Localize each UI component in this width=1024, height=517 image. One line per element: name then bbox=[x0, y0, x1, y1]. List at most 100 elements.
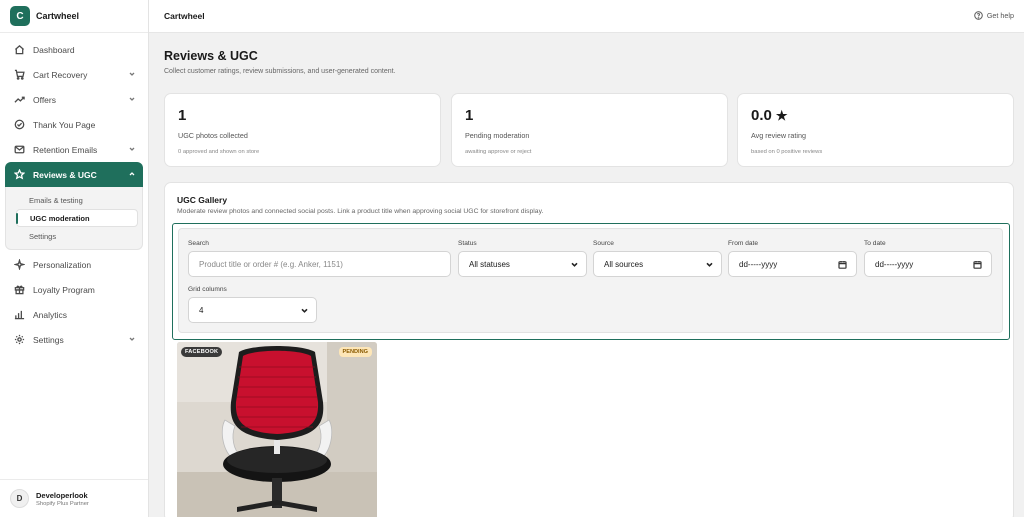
sidebar-item-label: Retention Emails bbox=[33, 144, 98, 155]
calendar-icon[interactable] bbox=[838, 260, 847, 269]
grid-columns-label: Grid columns bbox=[188, 286, 227, 293]
from-date-value: dd-----yyyy bbox=[739, 259, 778, 269]
sidebar-item-dashboard[interactable]: Dashboard bbox=[5, 37, 143, 62]
stat-label: UGC photos collected bbox=[178, 131, 248, 140]
sidebar-item-label: Reviews & UGC bbox=[33, 169, 97, 180]
chevron-down-icon bbox=[129, 71, 135, 77]
gallery-title: UGC Gallery bbox=[177, 195, 228, 205]
sidebar-item-label: Analytics bbox=[33, 309, 68, 320]
sidebar-item-label: Loyalty Program bbox=[33, 284, 95, 295]
gallery-subtitle: Moderate review photos and connected soc… bbox=[177, 208, 544, 215]
calendar-icon[interactable] bbox=[973, 260, 982, 269]
status-badge: PENDING bbox=[338, 347, 372, 357]
to-date-input[interactable]: dd-----yyyy bbox=[864, 251, 992, 277]
subnav-item-settings[interactable]: Settings bbox=[16, 227, 138, 245]
gift-icon bbox=[13, 284, 25, 296]
sidebar-item-label: Offers bbox=[33, 94, 56, 105]
stat-card-avg-rating: 0.0 ★ Avg review rating based on 0 posit… bbox=[737, 93, 1014, 167]
source-label: Source bbox=[593, 240, 614, 247]
subnav-item-ugc-moderation[interactable]: UGC moderation bbox=[16, 209, 138, 227]
filter-panel: Search Product title or order # (e.g. An… bbox=[178, 228, 1003, 333]
sparkle-icon bbox=[13, 259, 25, 271]
chevron-down-icon bbox=[129, 146, 135, 152]
reviews-subnav: Emails & testing UGC moderation Settings bbox=[5, 187, 143, 250]
stat-label: Avg review rating bbox=[751, 131, 806, 140]
ugc-photo bbox=[177, 342, 377, 517]
sidebar-item-label: Personalization bbox=[33, 259, 92, 270]
from-date-label: From date bbox=[728, 240, 759, 247]
topbar-title: Cartwheel bbox=[164, 11, 205, 21]
chevron-down-icon bbox=[129, 336, 135, 342]
sidebar-item-label: Thank You Page bbox=[33, 119, 96, 130]
chevron-down-icon bbox=[571, 261, 578, 268]
gear-icon bbox=[13, 334, 25, 346]
stat-card-pending-moderation: 1 Pending moderation awaiting approve or… bbox=[451, 93, 728, 167]
sidebar-item-settings[interactable]: Settings bbox=[5, 327, 143, 352]
chevron-down-icon bbox=[129, 96, 135, 102]
stat-card-ugc-photos: 1 UGC photos collected 0 approved and sh… bbox=[164, 93, 441, 167]
brand-name: Cartwheel bbox=[36, 11, 80, 21]
to-date-label: To date bbox=[864, 240, 886, 247]
grid-columns-select[interactable]: 4 bbox=[188, 297, 317, 323]
grid-columns-value: 4 bbox=[199, 305, 204, 315]
source-value: All sources bbox=[604, 259, 644, 269]
sidebar-item-personalization[interactable]: Personalization bbox=[5, 252, 143, 277]
trend-icon bbox=[13, 94, 25, 106]
source-select[interactable]: All sources bbox=[593, 251, 722, 277]
stat-note: 0 approved and shown on store bbox=[178, 149, 260, 155]
stat-value: 1 bbox=[178, 107, 187, 124]
sidebar-item-retention-emails[interactable]: Retention Emails bbox=[5, 137, 143, 162]
avatar: D bbox=[10, 489, 29, 508]
chevron-up-icon bbox=[129, 171, 135, 177]
topbar: Cartwheel Get help bbox=[149, 0, 1024, 33]
help-icon bbox=[974, 11, 983, 20]
stat-note: based on 0 positive reviews bbox=[751, 149, 823, 155]
user-info: Developerlook Shopify Plus Partner bbox=[36, 491, 89, 507]
source-badge: FACEBOOK bbox=[181, 347, 223, 357]
stat-value: 1 bbox=[465, 107, 474, 124]
sidebar-item-label: Cart Recovery bbox=[33, 69, 88, 80]
sidebar-item-offers[interactable]: Offers bbox=[5, 87, 143, 112]
star-icon bbox=[13, 169, 25, 181]
subnav-item-emails-testing[interactable]: Emails & testing bbox=[16, 191, 138, 209]
user-name: Developerlook bbox=[36, 490, 88, 500]
get-help-link[interactable]: Get help bbox=[974, 11, 1014, 20]
user-role: Shopify Plus Partner bbox=[36, 500, 89, 507]
from-date-input[interactable]: dd-----yyyy bbox=[728, 251, 857, 277]
sidebar-item-label: Settings bbox=[33, 334, 64, 345]
stat-label: Pending moderation bbox=[465, 131, 530, 140]
bar-chart-icon bbox=[13, 309, 25, 321]
stat-note: awaiting approve or reject bbox=[465, 149, 532, 155]
brand: C Cartwheel bbox=[0, 0, 148, 33]
mail-icon bbox=[13, 144, 25, 156]
chevron-down-icon bbox=[706, 261, 713, 268]
user-menu[interactable]: D Developerlook Shopify Plus Partner bbox=[0, 479, 148, 517]
status-select[interactable]: All statuses bbox=[458, 251, 587, 277]
search-label: Search bbox=[188, 240, 209, 247]
page-subtitle: Collect customer ratings, review submiss… bbox=[164, 68, 396, 75]
page-title: Reviews & UGC bbox=[164, 49, 258, 63]
to-date-value: dd-----yyyy bbox=[875, 259, 914, 269]
sidebar-item-label: Dashboard bbox=[33, 44, 75, 55]
ugc-item-card[interactable]: FACEBOOK PENDING bbox=[177, 342, 377, 517]
star-icon: ★ bbox=[775, 107, 788, 123]
sidebar-item-thank-you-page[interactable]: Thank You Page bbox=[5, 112, 143, 137]
sidebar-item-analytics[interactable]: Analytics bbox=[5, 302, 143, 327]
sidebar: C Cartwheel Dashboard Cart Recovery Offe… bbox=[0, 0, 149, 517]
brand-logo: C bbox=[10, 6, 30, 26]
stat-value: 0.0 bbox=[751, 107, 772, 124]
get-help-label: Get help bbox=[986, 11, 1014, 20]
status-label: Status bbox=[458, 240, 477, 247]
sidebar-nav: Dashboard Cart Recovery Offers Thank You… bbox=[0, 33, 148, 352]
sidebar-item-loyalty-program[interactable]: Loyalty Program bbox=[5, 277, 143, 302]
check-circle-icon bbox=[13, 119, 25, 131]
search-input[interactable]: Product title or order # (e.g. Anker, 11… bbox=[188, 251, 451, 277]
home-icon bbox=[13, 44, 25, 56]
sidebar-item-reviews-ugc[interactable]: Reviews & UGC bbox=[5, 162, 143, 187]
filter-focus-outline: Search Product title or order # (e.g. An… bbox=[172, 223, 1010, 340]
chevron-down-icon bbox=[301, 307, 308, 314]
cart-icon bbox=[13, 69, 25, 81]
sidebar-item-cart-recovery[interactable]: Cart Recovery bbox=[5, 62, 143, 87]
status-value: All statuses bbox=[469, 259, 510, 269]
stat-value-row: 0.0 ★ bbox=[751, 107, 1000, 124]
